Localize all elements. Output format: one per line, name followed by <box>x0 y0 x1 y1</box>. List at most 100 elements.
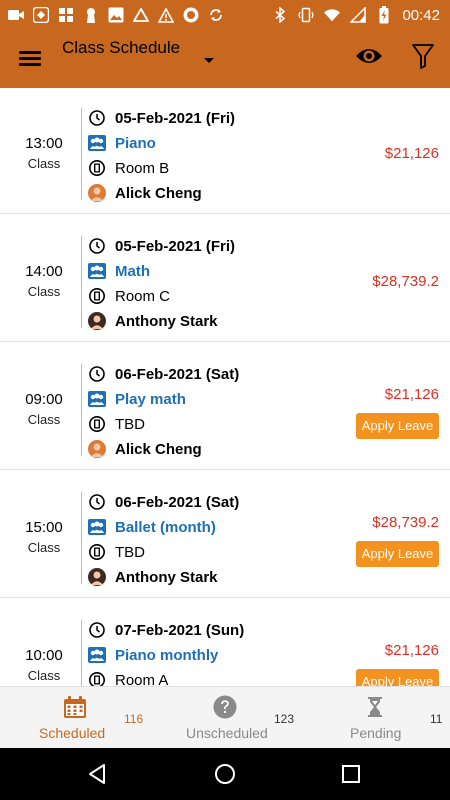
drive-icon <box>133 7 149 23</box>
clock-icon <box>88 237 106 255</box>
circle-app-icon <box>183 7 199 23</box>
course-link[interactable]: Ballet (month) <box>115 519 216 536</box>
divider-line <box>81 364 82 456</box>
tab-scheduled[interactable]: Scheduled 116 <box>0 687 150 749</box>
menu-icon <box>19 51 41 54</box>
app-screen: 00:42 Class Schedule 13:00 Class 05-Feb-20… <box>0 0 450 800</box>
clock-icon <box>88 109 106 127</box>
class-room: Room B <box>115 159 170 177</box>
room-row: Room C <box>88 286 170 306</box>
schedule-card[interactable]: 14:00 Class 05-Feb-2021 (Fri) Math Room C Ant… <box>0 216 450 342</box>
divider-line <box>81 492 82 584</box>
course-row: Piano monthly <box>88 645 218 665</box>
clock-icon <box>88 365 106 383</box>
door-icon <box>88 287 106 305</box>
class-price: $28,739.2 <box>372 514 439 531</box>
clock-icon <box>88 621 106 639</box>
class-price: $28,739.2 <box>372 273 439 290</box>
divider-line <box>81 620 82 686</box>
class-date: 05-Feb-2021 (Fri) <box>115 109 236 127</box>
room-row: TBD <box>88 414 145 434</box>
page-title: Class Schedule <box>62 38 181 57</box>
class-time: 13:00 <box>25 135 63 152</box>
class-room: TBD <box>115 543 145 561</box>
calendar-icon <box>64 696 86 718</box>
teacher-name: Anthony Stark <box>115 312 218 330</box>
class-price: $21,126 <box>384 386 439 403</box>
door-icon <box>88 159 106 177</box>
divider-line <box>81 236 82 328</box>
teacher-row: Anthony Stark <box>88 567 218 587</box>
filter-button[interactable] <box>411 42 435 70</box>
bottom-nav: Scheduled 116 Unscheduled 123 Pending 11 <box>0 686 450 748</box>
course-row: Piano <box>88 133 156 153</box>
image-icon <box>108 7 124 23</box>
status-right-icons: 00:42 <box>272 4 440 26</box>
class-time: 14:00 <box>25 263 63 280</box>
warning-icon <box>158 7 174 23</box>
tab-unscheduled[interactable]: Unscheduled 123 <box>150 687 300 749</box>
teacher-row: Alick Cheng <box>88 183 202 203</box>
apply-leave-button[interactable]: Apply Leave <box>356 413 439 439</box>
avatar <box>88 568 106 586</box>
menu-button[interactable] <box>18 46 42 70</box>
avatar <box>88 440 106 458</box>
avatar <box>88 184 106 202</box>
date-row: 06-Feb-2021 (Sat) <box>88 364 239 384</box>
teacher-row: Anthony Stark <box>88 311 218 331</box>
tab-pending-count: 11 <box>430 712 443 726</box>
schedule-card[interactable]: 15:00 Class 06-Feb-2021 (Sat) Ballet (month… <box>0 472 450 598</box>
class-price: $21,126 <box>384 642 439 659</box>
schedule-card[interactable]: 13:00 Class 05-Feb-2021 (Fri) Piano Room B Al… <box>0 88 450 214</box>
back-icon[interactable] <box>86 762 110 786</box>
group-icon <box>88 646 106 664</box>
door-icon <box>88 415 106 433</box>
group-icon <box>88 518 106 536</box>
bluetooth-icon <box>272 7 288 23</box>
app-bar: Class Schedule <box>0 30 450 88</box>
schedule-list[interactable]: 13:00 Class 05-Feb-2021 (Fri) Piano Room B Al… <box>0 88 450 686</box>
filter-icon <box>412 44 434 69</box>
apply-leave-button[interactable]: Apply Leave <box>356 669 439 686</box>
class-time: 15:00 <box>25 519 63 536</box>
course-row: Ballet (month) <box>88 517 216 537</box>
date-row: 06-Feb-2021 (Sat) <box>88 492 239 512</box>
tab-unscheduled-count: 123 <box>274 712 295 726</box>
group-icon <box>88 262 106 280</box>
teacher-row: Alick Cheng <box>88 439 202 459</box>
date-row: 07-Feb-2021 (Sun) <box>88 620 244 640</box>
tab-pending[interactable]: Pending 11 <box>300 687 450 749</box>
room-row: TBD <box>88 542 145 562</box>
course-link[interactable]: Math <box>115 263 150 280</box>
recents-icon[interactable] <box>339 762 363 786</box>
home-icon[interactable] <box>213 762 237 786</box>
room-row: Room A <box>88 670 168 686</box>
schedule-card[interactable]: 09:00 Class 06-Feb-2021 (Sat) Play math TBD A… <box>0 344 450 470</box>
course-row: Math <box>88 261 150 281</box>
schedule-card[interactable]: 10:00 Class 07-Feb-2021 (Sun) Piano monthly… <box>0 600 450 686</box>
avatar <box>88 312 106 330</box>
hourglass-icon <box>368 697 382 717</box>
class-time: 10:00 <box>25 647 63 664</box>
tab-scheduled-count: 116 <box>124 712 144 726</box>
course-link[interactable]: Piano <box>115 135 156 152</box>
apply-leave-button[interactable]: Apply Leave <box>356 541 439 567</box>
course-link[interactable]: Play math <box>115 391 186 408</box>
wifi-icon <box>324 7 341 23</box>
help-circle-icon <box>213 695 237 719</box>
class-date: 07-Feb-2021 (Sun) <box>115 621 245 639</box>
keyhole-icon <box>83 7 99 23</box>
video-icon <box>8 7 24 23</box>
teacher-name: Alick Cheng <box>115 440 202 458</box>
view-toggle-button[interactable] <box>354 44 384 70</box>
door-icon <box>88 671 106 686</box>
tab-unscheduled-label: Unscheduled <box>186 725 268 741</box>
class-kind: Class <box>27 540 61 555</box>
sync-icon <box>208 7 224 23</box>
signal-icon <box>350 7 367 23</box>
class-room: Room A <box>115 671 169 687</box>
course-link[interactable]: Piano monthly <box>115 647 218 664</box>
title-dropdown-caret-icon[interactable] <box>202 53 216 63</box>
chinese-app-icon <box>58 7 74 23</box>
class-time: 09:00 <box>25 391 63 408</box>
